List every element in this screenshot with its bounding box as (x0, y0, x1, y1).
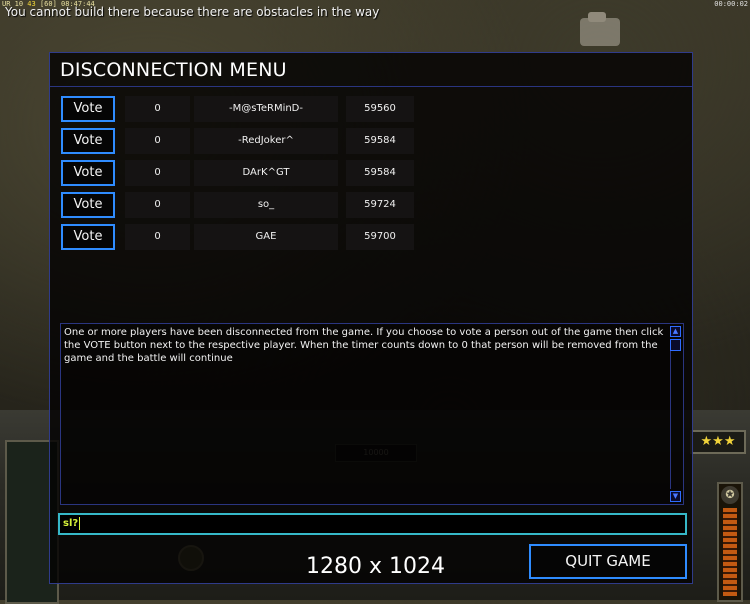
scrollbar-track[interactable] (670, 339, 681, 489)
power-bars (723, 508, 737, 596)
vote-count: 0 (125, 192, 190, 218)
player-timer: 59560 (346, 96, 414, 122)
build-warning-message: You cannot build there because there are… (5, 5, 380, 19)
disconnect-message: One or more players have been disconnect… (64, 327, 664, 364)
scroll-up-icon[interactable]: ▲ (670, 326, 681, 337)
player-timer: 59700 (346, 224, 414, 250)
background-vehicle (580, 12, 620, 46)
vote-count: 0 (125, 160, 190, 186)
vote-button[interactable]: Vote (61, 224, 115, 250)
scrollbar-thumb[interactable] (670, 339, 681, 351)
player-timer: 59584 (346, 128, 414, 154)
vote-count: 0 (125, 224, 190, 250)
player-name: GAE (194, 224, 338, 250)
vote-button[interactable]: Vote (61, 192, 115, 218)
quit-game-button[interactable]: QUIT GAME (529, 544, 687, 579)
power-icon: ✪ (721, 486, 739, 504)
power-meter: ✪ (717, 482, 743, 602)
player-name: -M@sTeRMinD- (194, 96, 338, 122)
vote-count: 0 (125, 128, 190, 154)
disconnection-dialog: DISCONNECTION MENU Vote 0 -M@sTeRMinD- 5… (49, 52, 693, 584)
player-timer: 59584 (346, 160, 414, 186)
player-name: -RedJoker^ (194, 128, 338, 154)
vote-count: 0 (125, 96, 190, 122)
chat-input[interactable]: sl? (58, 513, 687, 535)
player-timer: 59724 (346, 192, 414, 218)
vote-button[interactable]: Vote (61, 160, 115, 186)
message-box: One or more players have been disconnect… (60, 323, 684, 505)
scroll-down-icon[interactable]: ▼ (670, 491, 681, 502)
rank-stars: ★★★ (690, 430, 746, 454)
text-caret (79, 516, 81, 530)
vote-button[interactable]: Vote (61, 128, 115, 154)
game-timer: 00:00:02 (714, 0, 748, 8)
player-name: so_ (194, 192, 338, 218)
title-divider (50, 86, 692, 87)
resolution-label: 1280 x 1024 (306, 554, 445, 579)
dialog-title: DISCONNECTION MENU (60, 59, 287, 81)
player-name: DArK^GT (194, 160, 338, 186)
vote-button[interactable]: Vote (61, 96, 115, 122)
chat-input-text: sl? (63, 518, 79, 529)
